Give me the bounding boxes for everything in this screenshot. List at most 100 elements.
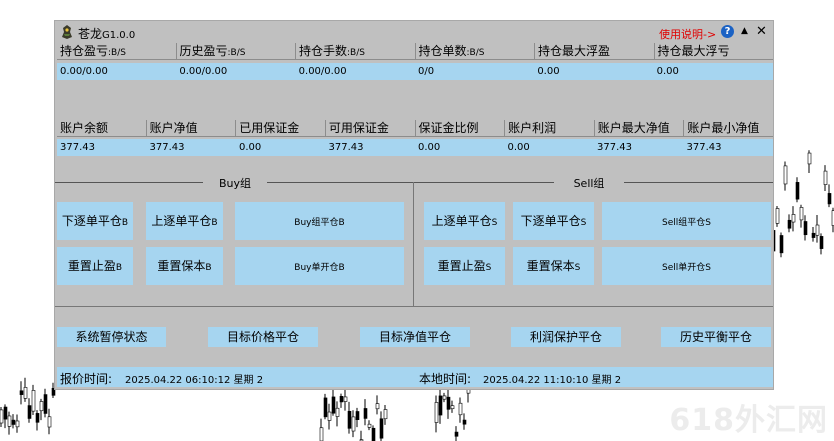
sell-open-order-button[interactable]: Sell单开仓S [602, 247, 771, 285]
candlestick [15, 414, 20, 433]
profit-protect-close-button[interactable]: 利润保护平仓 [511, 327, 621, 347]
position-stats-values: 0.00/0.00 0.00/0.00 0.00/0.00 0/0 0.00 0… [57, 63, 773, 80]
candlestick [39, 398, 44, 421]
sell-section-line-right [624, 182, 773, 183]
ea-control-panel: 苍龙G1.0.0 使用说明-> ? ▲ ✕ 持仓盈亏:B/S 历史盈亏:B/S … [54, 20, 774, 390]
account-stats-header: 账户余额 账户净值 已用保证金 可用保证金 保证金比例 账户利润 账户最大净值 … [57, 120, 773, 137]
app-name: 苍龙 [78, 27, 103, 41]
candlestick [359, 430, 364, 441]
sell-reset-breakeven-button[interactable]: 重置保本S [513, 247, 594, 285]
function-section-line [55, 306, 773, 307]
account-value-cell: 0.00 [418, 142, 441, 153]
buy-close-down-one-by-one-button[interactable]: 下逐单平仓B [57, 202, 133, 240]
candlestick [11, 414, 16, 429]
account-header-cell: 已用保证金 [235, 120, 325, 137]
account-header-cell: 账户最大净值 [593, 120, 684, 137]
app-title: 苍龙G1.0.0 [78, 25, 135, 42]
group-divider [413, 182, 414, 306]
close-icon[interactable]: ✕ [754, 24, 769, 39]
buy-close-up-one-by-one-button[interactable]: 上逐单平仓B [146, 202, 223, 240]
history-balance-close-button[interactable]: 历史平衡平仓 [661, 327, 771, 347]
candlestick [331, 389, 336, 416]
candlestick [351, 410, 356, 438]
candlestick [446, 388, 451, 419]
candlestick [458, 397, 463, 423]
app-version: G1.0.0 [102, 30, 136, 41]
candlestick [450, 400, 455, 413]
system-pause-button[interactable]: 系统暂停状态 [57, 327, 166, 347]
candlestick [35, 410, 40, 431]
buy-reset-take-profit-button[interactable]: 重置止盈B [57, 247, 133, 285]
help-link[interactable]: 使用说明-> [659, 26, 716, 42]
position-value-cell: 0.00/0.00 [179, 66, 228, 77]
account-value-cell: 0.00 [507, 142, 530, 153]
candlestick [383, 405, 388, 425]
position-value-cell: 0.00 [537, 66, 560, 77]
position-value-cell: 0.00/0.00 [60, 66, 108, 77]
account-value-cell: 377.43 [60, 142, 95, 153]
buy-section-line-right [267, 182, 413, 183]
candlestick [827, 184, 832, 208]
minimize-icon[interactable]: ▲ [737, 24, 752, 39]
position-header-cell: 持仓手数:B/S [295, 43, 415, 60]
sell-close-up-one-by-one-button[interactable]: 上逐单平仓S [424, 202, 505, 240]
candlestick [815, 215, 820, 243]
sell-close-down-one-by-one-button[interactable]: 下逐单平仓S [513, 202, 594, 240]
account-header-cell: 账户利润 [504, 120, 594, 137]
watermark: 618外汇网 [669, 403, 828, 438]
account-header-cell: 账户最小净值 [683, 120, 773, 137]
candlestick [803, 215, 808, 241]
candlestick [807, 150, 812, 173]
candlestick [371, 425, 376, 441]
candlestick [319, 418, 324, 441]
candlestick [775, 205, 780, 227]
title-bar[interactable]: 苍龙G1.0.0 使用说明-> ? ▲ ✕ [55, 21, 773, 43]
account-header-cell: 可用保证金 [324, 120, 415, 137]
position-header-cell: 持仓单数:B/S [414, 43, 534, 60]
position-header-cell: 持仓盈亏:B/S [57, 43, 176, 60]
account-stats-values: 377.43 377.43 0.00 377.43 0.00 0.00 377.… [57, 139, 773, 156]
buy-reset-breakeven-button[interactable]: 重置保本B [146, 247, 223, 285]
account-header-cell: 账户余额 [57, 120, 146, 137]
account-header-cell: 保证金比例 [414, 120, 505, 137]
position-value-cell: 0/0 [417, 66, 435, 77]
candlestick [823, 165, 828, 191]
candlestick [335, 401, 340, 427]
candlestick [819, 233, 824, 255]
target-equity-close-button[interactable]: 目标净值平仓 [360, 327, 470, 347]
candlestick [3, 404, 8, 429]
candlestick [434, 395, 439, 433]
candlestick [779, 232, 784, 258]
sell-section-line-left [414, 182, 554, 183]
help-icon[interactable]: ? [721, 25, 734, 38]
candlestick [47, 408, 52, 435]
candlestick [323, 393, 328, 420]
sell-reset-take-profit-button[interactable]: 重置止盈S [424, 247, 505, 285]
account-value-cell: 0.00 [239, 142, 262, 153]
candlestick [0, 406, 4, 427]
candlestick [787, 214, 792, 233]
candlestick [791, 206, 796, 232]
account-value-cell: 377.43 [686, 142, 722, 153]
quote-time-label: 报价时间: [60, 372, 113, 386]
status-bar: 报价时间: 2025.04.22 06:10:12 星期 2 本地时间: 202… [57, 367, 773, 387]
candlestick [462, 413, 467, 430]
position-stats-header: 持仓盈亏:B/S 历史盈亏:B/S 持仓手数:B/S 持仓单数:B/S 持仓最大… [57, 43, 773, 60]
candlestick [783, 161, 788, 191]
candlestick [339, 393, 344, 408]
sell-section-title: Sell组 [573, 177, 605, 190]
candlestick [379, 411, 384, 441]
buy-group-close-button[interactable]: Buy组平仓B [235, 202, 404, 240]
candlestick [367, 420, 372, 431]
candlestick [347, 401, 352, 434]
candlestick [27, 398, 32, 423]
buy-section-line-left [55, 182, 203, 183]
account-value-cell: 377.43 [597, 142, 632, 153]
position-header-cell: 持仓最大浮亏 [653, 43, 773, 60]
candlestick [43, 388, 48, 418]
sell-group-close-button[interactable]: Sell组平仓S [602, 202, 771, 240]
target-price-close-button[interactable]: 目标价格平仓 [208, 327, 318, 347]
dragon-logo-icon [62, 25, 72, 39]
buy-open-order-button[interactable]: Buy单开仓B [235, 247, 404, 285]
candlestick [795, 177, 800, 203]
